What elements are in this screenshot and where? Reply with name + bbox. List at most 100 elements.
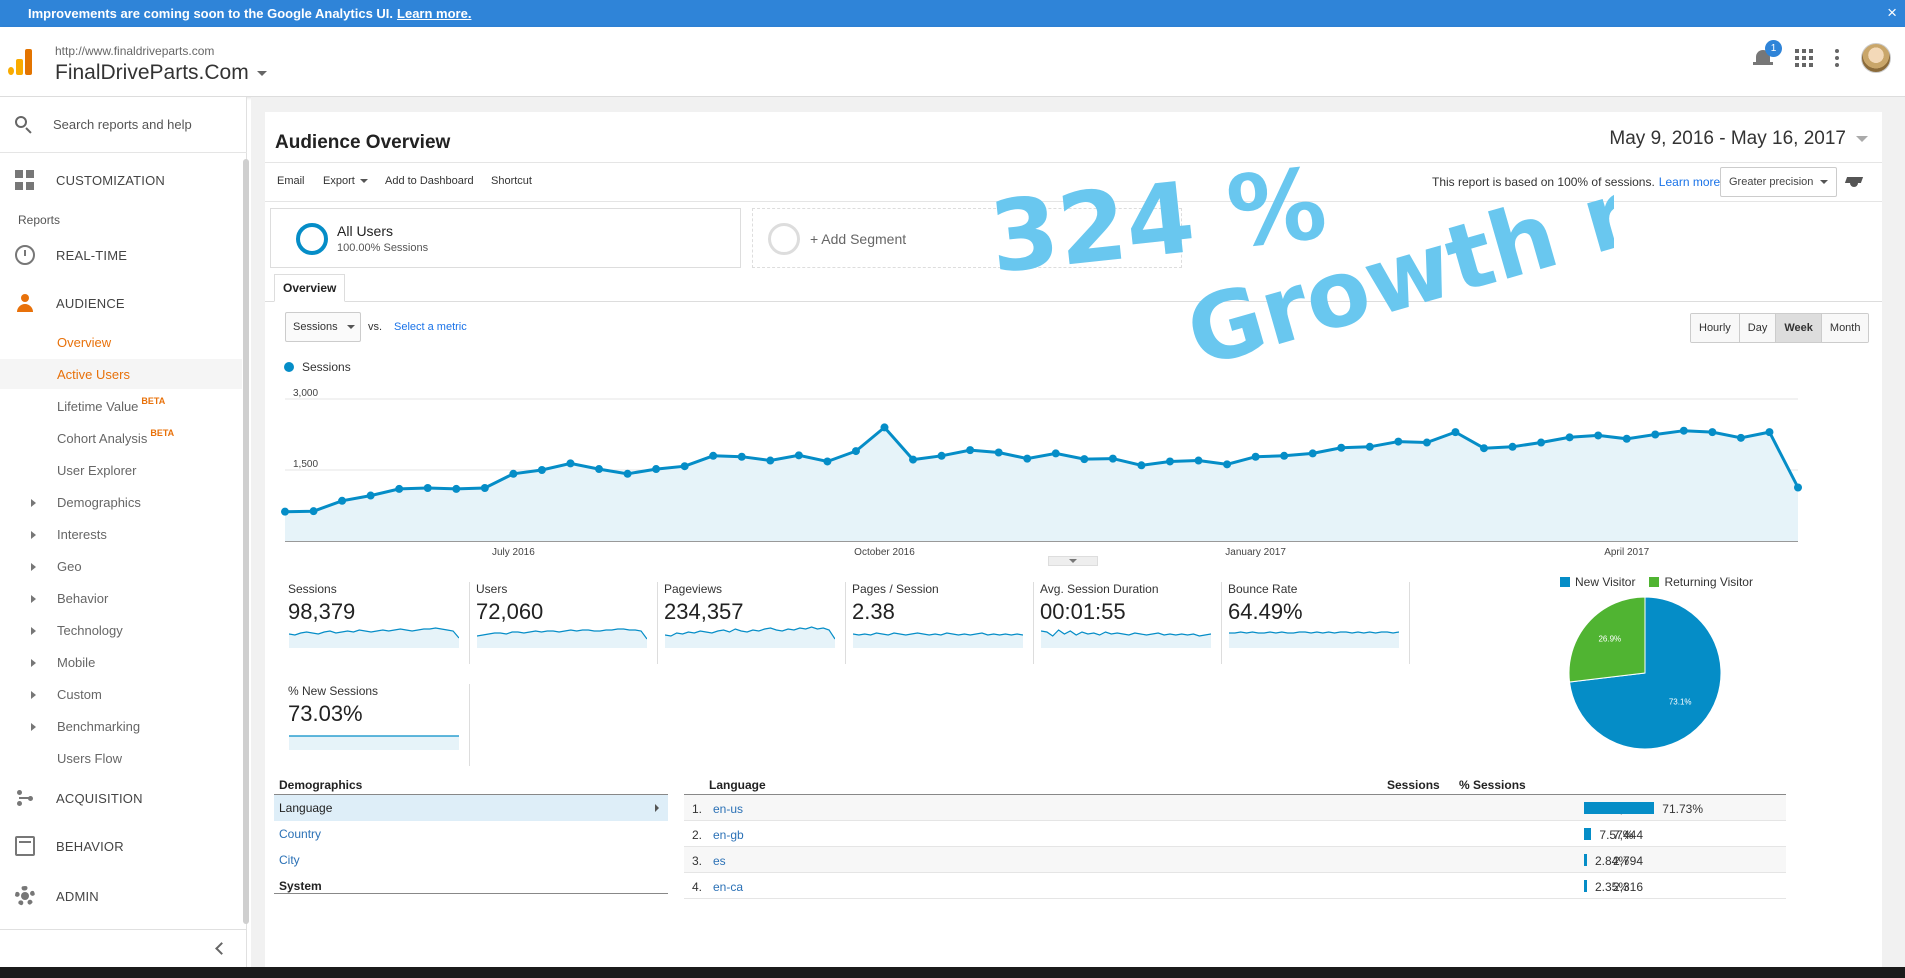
precision-dropdown[interactable]: Greater precision	[1720, 167, 1837, 197]
granularity-month-button[interactable]: Month	[1820, 314, 1869, 342]
sessions-point[interactable]	[1108, 454, 1117, 463]
sidebar-subitem-lifetime-value[interactable]: Lifetime Value BETA	[0, 391, 242, 421]
table-row[interactable]: 4. en-ca 2,316 2.35%	[684, 873, 1786, 899]
sessions-point[interactable]	[1251, 452, 1260, 461]
sidebar-item-admin[interactable]: ADMIN	[0, 876, 247, 916]
sessions-point[interactable]	[1537, 438, 1546, 447]
avatar[interactable]	[1861, 43, 1891, 73]
sidebar-subitem-interests[interactable]: Interests	[0, 519, 242, 549]
metric-pages-session[interactable]: Pages / Session 2.38	[848, 582, 1034, 664]
property-selector[interactable]: FinalDriveParts.Com	[55, 61, 267, 85]
sidebar-subitem-custom[interactable]: Custom	[0, 679, 242, 709]
sidebar-subitem-cohort-analysis[interactable]: Cohort Analysis BETA	[0, 423, 242, 453]
sessions-point[interactable]	[366, 491, 375, 500]
metric-avg-session-duration[interactable]: Avg. Session Duration 00:01:55	[1036, 582, 1222, 664]
sidebar-subitem-technology[interactable]: Technology	[0, 615, 242, 645]
sessions-point[interactable]	[1308, 449, 1317, 458]
metric-sessions[interactable]: Sessions 98,379	[284, 582, 470, 664]
sessions-point[interactable]	[595, 465, 604, 474]
table-row[interactable]: 1.en-us70,56871.73%	[684, 795, 1786, 821]
sessions-point[interactable]	[1365, 442, 1374, 451]
sessions-point[interactable]	[937, 451, 946, 460]
sessions-point[interactable]	[1508, 442, 1517, 451]
sessions-point[interactable]	[1137, 461, 1146, 470]
granularity-week-button[interactable]: Week	[1775, 314, 1821, 342]
more-vert-icon[interactable]	[1835, 49, 1839, 67]
sessions-point[interactable]	[1223, 460, 1232, 469]
select-metric-link[interactable]: Select a metric	[394, 321, 467, 333]
sessions-point[interactable]	[1765, 428, 1774, 437]
sessions-point[interactable]	[1451, 428, 1460, 437]
sessions-point[interactable]	[1194, 456, 1203, 465]
sessions-point[interactable]	[1794, 483, 1802, 492]
sessions-point[interactable]	[1736, 433, 1745, 442]
sidebar-subitem-demographics[interactable]: Demographics	[0, 487, 242, 517]
date-range-picker[interactable]: May 9, 2016 - May 16, 2017	[1609, 128, 1868, 150]
demographics-item-country[interactable]: Country	[274, 821, 668, 847]
sessions-point[interactable]	[851, 447, 860, 456]
sidebar-item-behavior[interactable]: BEHAVIOR	[0, 826, 247, 866]
sessions-point[interactable]	[1337, 443, 1346, 452]
sessions-point[interactable]	[794, 451, 803, 460]
email-button[interactable]: Email	[277, 175, 305, 187]
sessions-point[interactable]	[994, 448, 1003, 457]
sessions-point[interactable]	[1051, 449, 1060, 458]
sessions-point[interactable]	[680, 462, 689, 471]
sessions-point[interactable]	[1565, 433, 1574, 442]
granularity-day-button[interactable]: Day	[1738, 314, 1776, 342]
sessions-point[interactable]	[880, 423, 889, 432]
sessions-point[interactable]	[395, 484, 404, 493]
sessions-point[interactable]	[566, 459, 575, 468]
sessions-point[interactable]	[1679, 426, 1688, 435]
banner-close-icon[interactable]: ×	[1887, 3, 1897, 23]
sessions-point[interactable]	[509, 469, 518, 478]
sessions-point[interactable]	[766, 456, 775, 465]
add-to-dashboard-button[interactable]: Add to Dashboard	[385, 175, 474, 187]
language-link[interactable]: en-ca	[713, 880, 743, 894]
banner-learn-more-link[interactable]: Learn more.	[397, 6, 471, 21]
sampling-learn-more-link[interactable]: Learn more	[1659, 175, 1720, 189]
graduation-cap-icon[interactable]	[1845, 177, 1863, 187]
sessions-point[interactable]	[452, 484, 461, 493]
demographics-item-language[interactable]: Language	[274, 795, 668, 821]
sidebar-item-audience[interactable]: AUDIENCE	[0, 283, 247, 323]
segment-all-users[interactable]: All Users 100.00% Sessions	[270, 208, 741, 268]
sessions-line-chart[interactable]: 3,0001,5000July 2016October 2016January …	[265, 374, 1882, 564]
metric-pageviews[interactable]: Pageviews 234,357	[660, 582, 846, 664]
sidebar-subitem-user-explorer[interactable]: User Explorer	[0, 455, 242, 485]
sessions-point[interactable]	[1708, 428, 1717, 437]
sidebar-item-realtime[interactable]: REAL-TIME	[0, 235, 247, 275]
sessions-point[interactable]	[737, 452, 746, 461]
sessions-point[interactable]	[281, 507, 289, 516]
sessions-point[interactable]	[1280, 451, 1289, 460]
sidebar-subitem-benchmarking[interactable]: Benchmarking	[0, 711, 242, 741]
visitor-pie-chart[interactable]: 73.1% 26.9%	[1567, 595, 1723, 751]
table-row[interactable]: 2. en-gb 7,444 7.57%	[684, 821, 1786, 847]
sessions-point[interactable]	[1651, 430, 1660, 439]
sidebar-subitem-overview[interactable]: Overview	[0, 327, 242, 357]
sessions-point[interactable]	[1594, 431, 1603, 440]
sessions-point[interactable]	[1080, 455, 1089, 464]
sessions-point[interactable]	[623, 469, 632, 478]
language-link[interactable]: en-gb	[713, 828, 744, 842]
sessions-point[interactable]	[1422, 438, 1431, 447]
analytics-logo-icon[interactable]	[8, 49, 34, 75]
sidebar-subitem-behavior[interactable]: Behavior	[0, 583, 242, 613]
search-reports-input[interactable]: Search reports and help	[0, 97, 247, 153]
metric-select-dropdown[interactable]: Sessions	[285, 312, 361, 342]
metric-users[interactable]: Users 72,060	[472, 582, 658, 664]
language-link[interactable]: en-us	[713, 802, 743, 816]
granularity-hourly-button[interactable]: Hourly	[1691, 314, 1739, 342]
export-button[interactable]: Export	[323, 175, 368, 187]
sidebar-subitem-geo[interactable]: Geo	[0, 551, 242, 581]
collapse-chevron-left-icon[interactable]	[215, 942, 228, 955]
sidebar-subitem-mobile[interactable]: Mobile	[0, 647, 242, 677]
sessions-point[interactable]	[1165, 457, 1174, 466]
sessions-point[interactable]	[1622, 434, 1631, 443]
sessions-point[interactable]	[909, 455, 918, 464]
sessions-point[interactable]	[966, 446, 975, 455]
sidebar-item-customization[interactable]: CUSTOMIZATION	[0, 160, 247, 200]
sessions-point[interactable]	[423, 483, 432, 492]
shortcut-button[interactable]: Shortcut	[491, 175, 532, 187]
sessions-point[interactable]	[652, 465, 661, 474]
